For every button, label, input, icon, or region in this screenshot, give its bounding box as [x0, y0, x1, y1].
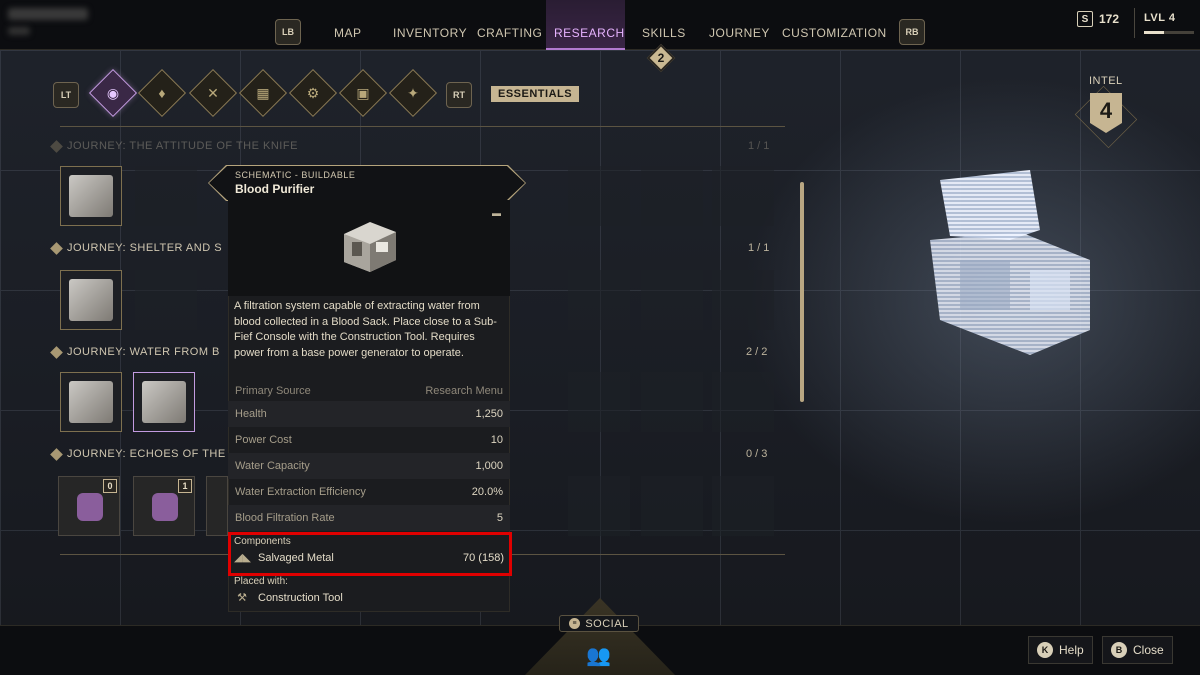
active-tab-highlight: [546, 0, 625, 50]
section-count-2: 1 / 1: [748, 242, 770, 254]
rb-button[interactable]: RB: [899, 19, 925, 45]
category-active-label: ESSENTIALS: [491, 86, 580, 102]
tab-research[interactable]: RESEARCH: [554, 26, 625, 40]
topbar-divider: [1134, 8, 1135, 38]
stat-water-extraction-efficiency: Water Extraction Efficiency 20.0%: [235, 486, 503, 498]
section-header-1[interactable]: JOURNEY: THE ATTITUDE OF THE KNIFE: [50, 139, 298, 153]
tab-crafting[interactable]: CRAFTING: [477, 26, 542, 40]
help-button[interactable]: K Help: [1028, 636, 1093, 664]
placed-with-label: Placed with:: [234, 576, 288, 587]
menu-key-icon: ≡: [569, 618, 581, 629]
tooltip-item-type: SCHEMATIC - BUILDABLE: [235, 170, 356, 180]
rt-button[interactable]: RT: [446, 82, 472, 108]
tooltip-item-title: Blood Purifier: [235, 182, 315, 196]
list-scrollbar[interactable]: [800, 182, 804, 402]
empty-slot: [712, 270, 774, 330]
research-tile-blood-purifier[interactable]: [133, 372, 195, 432]
intel-label: INTEL: [1089, 75, 1123, 87]
group-people-icon[interactable]: 👥: [586, 643, 611, 668]
lock-icon: [152, 493, 178, 521]
b-key-icon: B: [1111, 642, 1127, 658]
section-count-4: 0 / 3: [746, 448, 768, 460]
level-progress-bar: [1144, 31, 1194, 34]
empty-slot: [568, 270, 630, 330]
top-nav-bar: LB MAP INVENTORY CRAFTING RESEARCH SKILL…: [0, 0, 1200, 50]
research-tile-shelter-item[interactable]: [60, 270, 122, 330]
close-button[interactable]: B Close: [1102, 636, 1173, 664]
blood-purifier-image: [344, 222, 396, 272]
empty-slot: [135, 270, 197, 330]
section-header-2[interactable]: JOURNEY: SHELTER AND S: [50, 241, 222, 255]
stat-water-capacity: Water Capacity 1,000: [228, 453, 510, 479]
section-count-1: 1 / 1: [748, 140, 770, 152]
empty-slot: [712, 166, 774, 226]
social-button[interactable]: ≡ SOCIAL: [559, 615, 639, 632]
empty-slot: [641, 166, 703, 226]
components-highlight-box: [228, 532, 512, 576]
tab-skills[interactable]: SKILLS: [642, 26, 686, 40]
section-header-4[interactable]: JOURNEY: ECHOES OF THE: [50, 447, 226, 461]
tab-customization[interactable]: CUSTOMIZATION: [782, 26, 887, 40]
tab-map[interactable]: MAP: [334, 26, 362, 40]
list-top-divider: [60, 126, 785, 127]
stat-power-cost: Power Cost 10: [235, 434, 503, 446]
empty-slot: [641, 270, 703, 330]
empty-slot: [712, 372, 774, 432]
lt-button[interactable]: LT: [53, 82, 79, 108]
research-tile-water-item[interactable]: [60, 372, 122, 432]
level-label: LVL 4: [1144, 12, 1176, 24]
blurred-player-subtitle: [8, 27, 30, 35]
research-tile-locked[interactable]: 1: [133, 476, 195, 536]
empty-slot: [568, 166, 630, 226]
lb-button[interactable]: LB: [275, 19, 301, 45]
tooltip-note-icon: ▬: [492, 208, 501, 218]
research-tile-locked[interactable]: [206, 476, 228, 536]
placed-with-tool: Construction Tool: [258, 591, 343, 604]
blurred-player-name: [8, 8, 88, 20]
currency-icon: S: [1077, 11, 1093, 27]
empty-slot: [641, 372, 703, 432]
tab-inventory[interactable]: INVENTORY: [393, 26, 467, 40]
research-tile-knife-item[interactable]: [60, 166, 122, 226]
stat-blood-filtration-rate: Blood Filtration Rate 5: [228, 505, 510, 531]
stat-health: Health 1,250: [228, 401, 510, 427]
section-header-3[interactable]: JOURNEY: WATER FROM B: [50, 345, 220, 359]
tab-journey[interactable]: JOURNEY: [709, 26, 770, 40]
tooltip-description: A filtration system capable of extractin…: [234, 300, 497, 359]
empty-slot: [135, 166, 197, 226]
lock-icon: [77, 493, 103, 521]
k-key-icon: K: [1037, 642, 1053, 658]
currency-amount: 172: [1099, 12, 1120, 26]
empty-slot: [568, 372, 630, 432]
research-tile-locked[interactable]: 0: [58, 476, 120, 536]
construction-tool-icon: ⚒: [237, 592, 247, 604]
empty-slot: [568, 476, 630, 536]
currency-display: S 172: [1077, 11, 1119, 27]
empty-slot: [712, 476, 774, 536]
empty-slot: [641, 476, 703, 536]
blood-purifier-hologram: [930, 170, 1090, 355]
level-progress-fill: [1144, 31, 1164, 34]
section-count-3: 2 / 2: [746, 346, 768, 358]
placed-with-row: ⚒ Construction Tool: [234, 591, 504, 605]
